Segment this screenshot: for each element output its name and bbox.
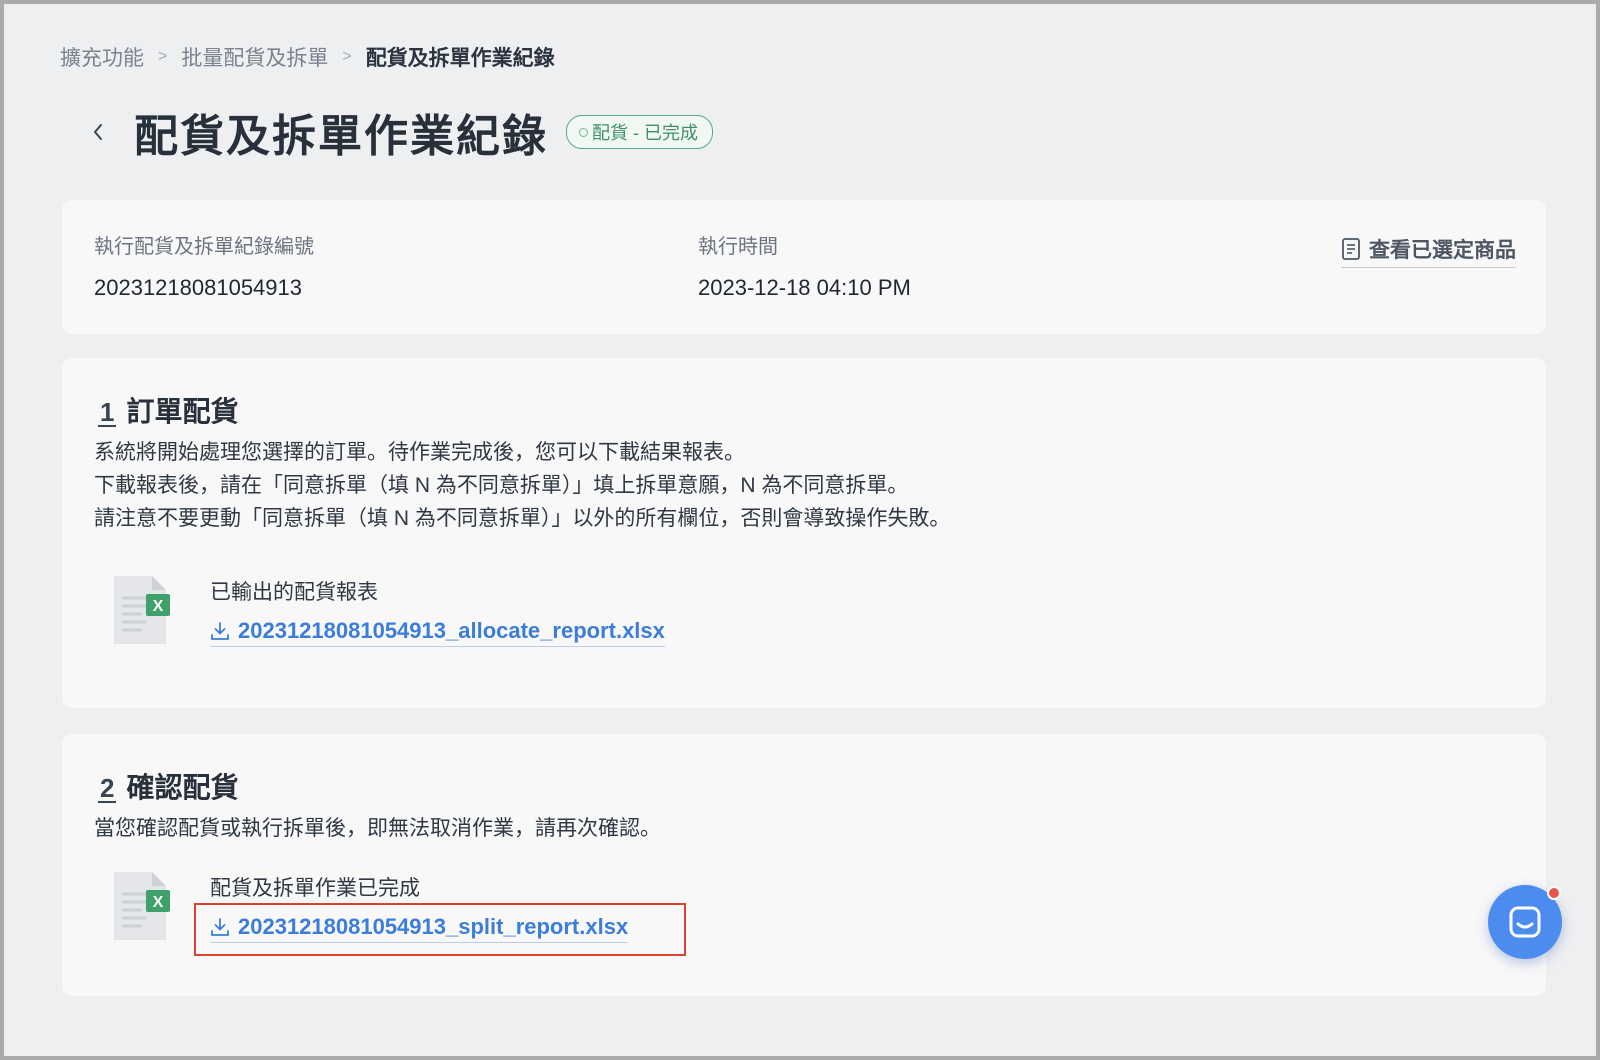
step1-desc-line: 下載報表後，請在「同意拆單（填 N 為不同意拆單）」填上拆單意願，N 為不同意拆…	[94, 474, 909, 497]
record-number-label: 執行配貨及拆單紀錄編號	[94, 236, 314, 258]
step2-title: 確認配貨	[126, 772, 239, 803]
download-icon	[211, 622, 229, 640]
step2-desc-line: 當您確認配貨或執行拆單後，即無法取消作業，請再次確認。	[94, 817, 661, 840]
excel-file-icon: X	[114, 576, 170, 644]
allocate-report-download-link[interactable]: 20231218081054913_allocate_report.xlsx	[210, 618, 665, 647]
breadcrumb-separator-icon: >	[158, 48, 168, 65]
chat-launcher-button[interactable]	[1488, 885, 1562, 959]
breadcrumb-item-batch[interactable]: 批量配貨及拆單	[181, 42, 328, 72]
split-report-filename: 20231218081054913_split_report.xlsx	[238, 914, 629, 939]
step1-title: 訂單配貨	[126, 396, 239, 427]
status-badge: 配貨 - 已完成	[566, 115, 713, 149]
split-report-label: 配貨及拆單作業已完成	[210, 877, 420, 900]
breadcrumb: 擴充功能 > 批量配貨及拆單 > 配貨及拆單作業紀錄	[60, 42, 555, 72]
step-allocate-card: 1 訂單配貨 系統將開始處理您選擇的訂單。待作業完成後，您可以下載結果報表。 下…	[62, 358, 1546, 708]
status-badge-label: 配貨 - 已完成	[592, 123, 698, 143]
page-title: 配貨及拆單作業紀錄	[134, 112, 548, 161]
breadcrumb-current: 配貨及拆單作業紀錄	[365, 47, 555, 70]
allocate-report-filename: 20231218081054913_allocate_report.xlsx	[238, 618, 665, 643]
breadcrumb-item-extensions[interactable]: 擴充功能	[60, 42, 144, 72]
record-number-value: 20231218081054913	[94, 275, 303, 300]
chat-icon	[1509, 906, 1541, 938]
record-number-field: 執行配貨及拆單紀錄編號 20231218081054913	[94, 230, 314, 301]
allocate-report-block: X 已輸出的配貨報表 20231218081054913_allocate_re…	[112, 574, 665, 647]
step-confirm-card: 2 確認配貨 當您確認配貨或執行拆單後，即無法取消作業，請再次確認。 X 配貨及…	[62, 734, 1546, 996]
download-icon	[211, 918, 229, 936]
svg-text:X: X	[153, 894, 164, 911]
breadcrumb-separator-icon: >	[342, 48, 352, 65]
document-list-icon	[1342, 238, 1360, 260]
allocate-report-label: 已輸出的配貨報表	[210, 581, 378, 604]
step1-desc-line: 系統將開始處理您選擇的訂單。待作業完成後，您可以下載結果報表。	[94, 441, 745, 464]
step1-number: 1	[98, 397, 117, 427]
svg-text:X: X	[153, 598, 164, 615]
step1-desc-line: 請注意不要更動「同意拆單（填 N 為不同意拆單）」以外的所有欄位，否則會導致操作…	[94, 507, 951, 530]
view-selected-products-label: 查看已選定商品	[1369, 239, 1516, 262]
execution-time-value: 2023-12-18 04:10 PM	[698, 275, 911, 300]
record-info-card: 執行配貨及拆單紀錄編號 20231218081054913 執行時間 2023-…	[62, 200, 1546, 334]
step1-header: 1 訂單配貨	[98, 390, 238, 430]
excel-file-icon: X	[114, 872, 170, 940]
title-row: 配貨及拆單作業紀錄 配貨 - 已完成	[86, 100, 713, 164]
app-frame: 擴充功能 > 批量配貨及拆單 > 配貨及拆單作業紀錄 配貨及拆單作業紀錄 配貨 …	[0, 0, 1600, 1060]
step2-header: 2 確認配貨	[98, 766, 238, 806]
back-button[interactable]	[86, 120, 110, 144]
step2-description: 當您確認配貨或執行拆單後，即無法取消作業，請再次確認。	[94, 812, 661, 845]
execution-time-label: 執行時間	[698, 236, 778, 258]
view-selected-products-link[interactable]: 查看已選定商品	[1341, 234, 1516, 268]
notification-dot-icon	[1547, 886, 1561, 900]
split-report-download-link[interactable]: 20231218081054913_split_report.xlsx	[210, 914, 629, 943]
status-dot-icon	[579, 127, 588, 137]
chevron-left-icon	[94, 124, 102, 140]
step1-description: 系統將開始處理您選擇的訂單。待作業完成後，您可以下載結果報表。 下載報表後，請在…	[94, 436, 950, 535]
split-report-block: X 配貨及拆單作業已完成 20231218081054913_split_rep…	[112, 870, 629, 943]
step2-number: 2	[98, 773, 117, 803]
execution-time-field: 執行時間 2023-12-18 04:10 PM	[698, 230, 911, 301]
